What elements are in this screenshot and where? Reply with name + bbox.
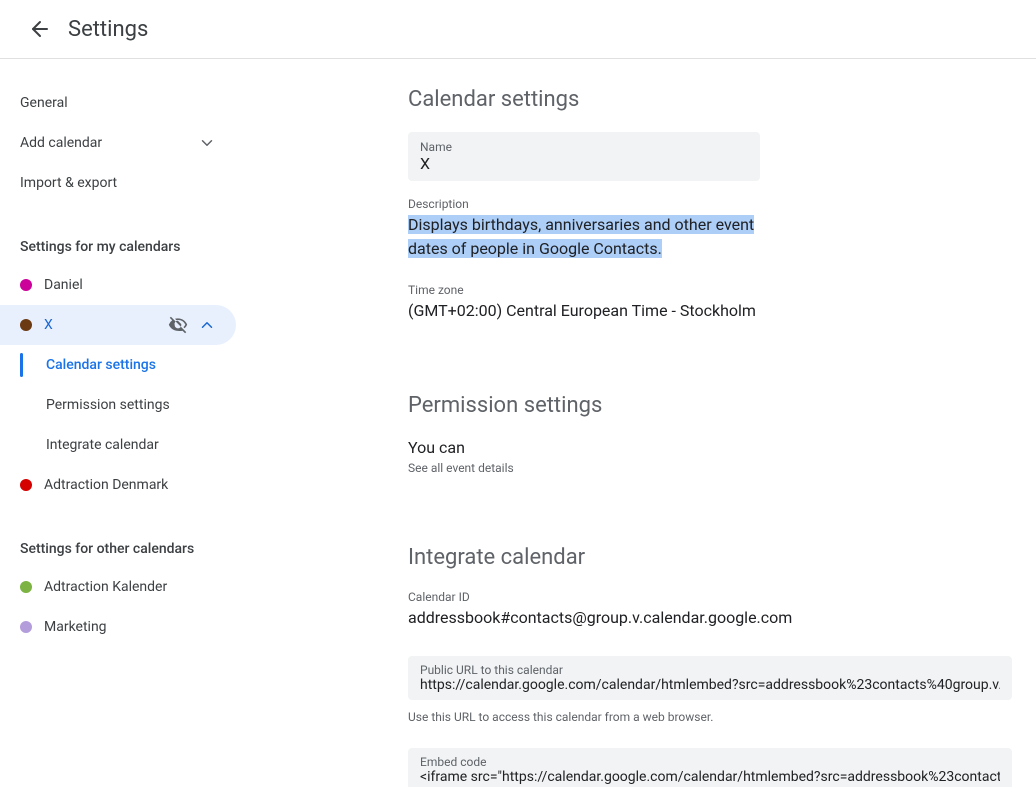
sidebar-item-label: Calendar settings — [46, 357, 156, 373]
arrow-left-icon — [28, 17, 52, 41]
page-title: Settings — [68, 17, 148, 42]
sidebar-calendar-x[interactable]: X — [0, 305, 236, 345]
calendar-id-field: Calendar ID addressbook#contacts@group.v… — [408, 590, 1016, 630]
section-title-calendar-settings: Calendar settings — [408, 87, 1016, 112]
sidebar-subitem-calendar-settings[interactable]: Calendar settings — [0, 345, 236, 385]
permission-detail: See all event details — [408, 461, 1016, 475]
field-value: addressbook#contacts@group.v.calendar.go… — [408, 606, 1016, 630]
timezone-field: Time zone (GMT+02:00) Central European T… — [408, 283, 1016, 323]
public-url-field[interactable]: Public URL to this calendar https://cale… — [408, 656, 1012, 700]
selected-description-text: Displays birthdays, anniversaries and ot… — [408, 215, 754, 258]
field-value: (GMT+02:00) Central European Time - Stoc… — [408, 299, 1016, 323]
calendar-color-dot — [20, 319, 32, 331]
header: Settings — [0, 0, 1036, 59]
sidebar-item-import-export[interactable]: Import & export — [0, 163, 236, 203]
sidebar-item-label: Adtraction Kalender — [44, 579, 167, 595]
field-value: X — [420, 154, 748, 173]
section-title-integrate-calendar: Integrate calendar — [408, 545, 1016, 570]
field-label: Embed code — [420, 755, 1000, 769]
sidebar-calendar-daniel[interactable]: Daniel — [0, 265, 236, 305]
calendar-color-dot — [20, 479, 32, 491]
section-title-permission-settings: Permission settings — [408, 393, 1016, 418]
main-content: Calendar settings Name X Description Dis… — [260, 59, 1036, 787]
field-label: Name — [420, 140, 748, 154]
sidebar-item-label: General — [20, 95, 68, 111]
field-label: Calendar ID — [408, 590, 1016, 604]
sidebar-item-add-calendar[interactable]: Add calendar — [0, 123, 236, 163]
field-value: Displays birthdays, anniversaries and ot… — [408, 213, 760, 261]
calendar-color-dot — [20, 621, 32, 633]
sidebar-calendar-adtraction-kalender[interactable]: Adtraction Kalender — [0, 567, 236, 607]
sidebar-item-label: Integrate calendar — [46, 437, 159, 453]
sidebar-item-label: Permission settings — [46, 397, 170, 413]
sidebar-calendar-marketing[interactable]: Marketing — [0, 607, 236, 647]
field-label: Description — [408, 197, 1016, 211]
sidebar-item-label: Adtraction Denmark — [44, 477, 168, 493]
field-label: Public URL to this calendar — [420, 663, 1000, 677]
permission-you-can: You can — [408, 438, 1016, 457]
visibility-off-icon[interactable] — [168, 315, 188, 335]
public-url-help: Use this URL to access this calendar fro… — [408, 710, 1016, 724]
description-field: Description Displays birthdays, annivers… — [408, 197, 1016, 261]
calendar-color-dot — [20, 581, 32, 593]
sidebar-item-label: Add calendar — [20, 135, 102, 151]
sidebar-item-label: Marketing — [44, 619, 107, 635]
sidebar-heading-my-calendars: Settings for my calendars — [0, 225, 260, 265]
sidebar-subitem-permission-settings[interactable]: Permission settings — [0, 385, 236, 425]
chevron-up-icon — [198, 316, 216, 334]
chevron-down-icon — [198, 134, 216, 152]
name-field[interactable]: Name X — [408, 132, 760, 181]
field-label: Time zone — [408, 283, 1016, 297]
sidebar-item-label: Daniel — [44, 277, 83, 293]
sidebar: General Add calendar Import & export Set… — [0, 59, 260, 787]
sidebar-item-label: Import & export — [20, 175, 117, 191]
calendar-color-dot — [20, 279, 32, 291]
field-value: <iframe src="https://calendar.google.com… — [420, 769, 1000, 785]
sidebar-heading-other-calendars: Settings for other calendars — [0, 527, 260, 567]
sidebar-item-general[interactable]: General — [0, 83, 236, 123]
sidebar-subitem-integrate-calendar[interactable]: Integrate calendar — [0, 425, 236, 465]
sidebar-calendar-adtraction-denmark[interactable]: Adtraction Denmark — [0, 465, 236, 505]
back-button[interactable] — [20, 9, 60, 49]
sidebar-item-label: X — [44, 317, 53, 333]
embed-code-field[interactable]: Embed code <iframe src="https://calendar… — [408, 748, 1012, 787]
field-value: https://calendar.google.com/calendar/htm… — [420, 677, 1000, 693]
